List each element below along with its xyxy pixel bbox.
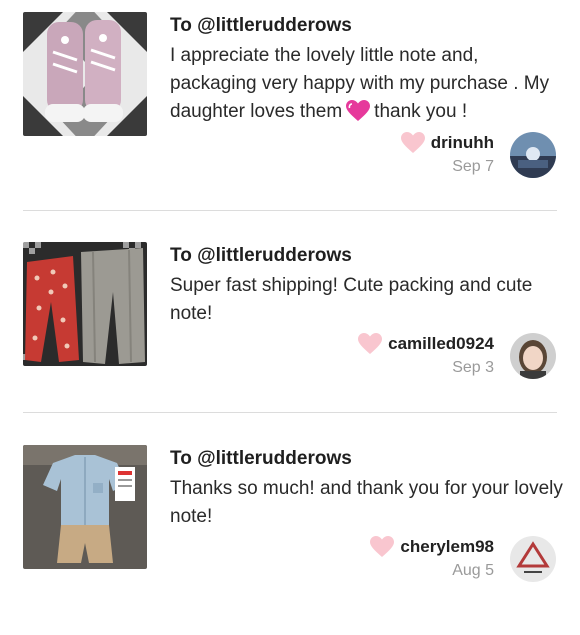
reviewer-username[interactable]: drinuhh (431, 133, 494, 153)
divider (23, 412, 557, 413)
divider (23, 210, 557, 211)
review-message-text-end: thank you ! (374, 101, 468, 122)
product-thumbnail[interactable] (23, 242, 147, 366)
reviewer-username[interactable]: cherylem98 (400, 537, 494, 557)
recipient-line: To @littlerudderows (170, 448, 352, 469)
review-message: I appreciate the lovely little note and,… (170, 42, 565, 131)
heart-icon (358, 333, 383, 354)
review-date: Sep 7 (452, 158, 494, 175)
fountain-avatar-image (510, 132, 556, 178)
reviewer-row: drinuhh (400, 132, 494, 154)
review-item: To @littlerudderows Thanks so much! and … (0, 445, 580, 635)
review-item: To @littlerudderows Super fast shipping!… (0, 242, 580, 432)
recipient-line: To @littlerudderows (170, 15, 352, 36)
review-date: Aug 5 (452, 562, 494, 579)
heart-icon (370, 536, 395, 557)
woman-portrait-avatar-image (510, 333, 556, 379)
sneakers-image (23, 12, 147, 136)
reviewer-avatar[interactable] (510, 333, 556, 379)
reviewer-row: camilled0924 (358, 333, 494, 355)
product-thumbnail[interactable] (23, 445, 147, 569)
boys-outfit-image (23, 445, 147, 569)
heart-icon (400, 132, 425, 153)
review-item: To @littlerudderows I appreciate the lov… (0, 12, 580, 202)
review-message: Super fast shipping! Cute packing and cu… (170, 275, 533, 324)
sparkling-heart-emoji-icon (346, 100, 371, 131)
reviewer-row: cherylem98 (370, 536, 494, 558)
reviewer-avatar[interactable] (510, 132, 556, 178)
review-date: Sep 3 (452, 359, 494, 376)
logo-avatar-image (510, 536, 556, 582)
recipient-line: To @littlerudderows (170, 245, 352, 266)
pants-image (23, 242, 147, 366)
reviewer-username[interactable]: camilled0924 (388, 334, 494, 354)
product-thumbnail[interactable] (23, 12, 147, 136)
review-message: Thanks so much! and thank you for your l… (170, 478, 563, 527)
reviewer-avatar[interactable] (510, 536, 556, 582)
